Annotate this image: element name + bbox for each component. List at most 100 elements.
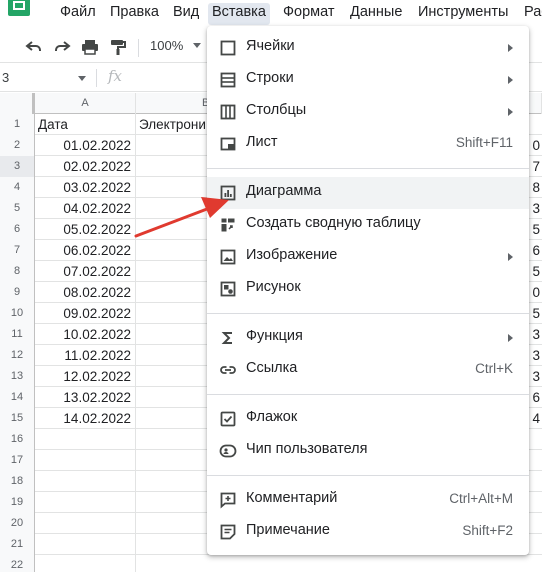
menu-file[interactable]: Файл xyxy=(56,3,100,25)
cell-a[interactable]: 07.02.2022 xyxy=(35,261,136,282)
cell-a[interactable] xyxy=(35,555,136,572)
menu-item-rows[interactable]: Строки xyxy=(207,64,529,96)
menu-format[interactable]: Формат xyxy=(279,3,339,25)
print-icon[interactable] xyxy=(80,37,100,57)
cell-a[interactable]: 09.02.2022 xyxy=(35,303,136,324)
cell-a[interactable]: 04.02.2022 xyxy=(35,198,136,219)
cell-icon xyxy=(219,39,237,57)
cell-a[interactable]: 08.02.2022 xyxy=(35,282,136,303)
cell-a[interactable]: 14.02.2022 xyxy=(35,408,136,429)
row-header[interactable]: 12 xyxy=(0,345,35,366)
menu-item-shortcut: Ctrl+K xyxy=(475,361,513,376)
menu-divider xyxy=(207,313,529,314)
cell-a[interactable] xyxy=(35,471,136,492)
menu-item-person-chip[interactable]: Чип пользователя xyxy=(207,435,529,467)
chevron-right-icon xyxy=(508,108,513,116)
menu-item-comment[interactable]: Комментарий Ctrl+Alt+M xyxy=(207,484,529,516)
checkbox-icon xyxy=(219,410,237,428)
divider xyxy=(96,69,97,87)
menu-item-image[interactable]: Изображение xyxy=(207,241,529,273)
menu-divider xyxy=(207,394,529,395)
paint-format-icon[interactable] xyxy=(108,37,128,57)
cell-a[interactable]: 02.02.2022 xyxy=(35,156,136,177)
cell-b[interactable] xyxy=(136,555,542,572)
menu-item-shortcut: Shift+F11 xyxy=(455,135,513,150)
row-header[interactable]: 13 xyxy=(0,366,35,387)
menu-item-cells[interactable]: Ячейки xyxy=(207,32,529,64)
row-header[interactable]: 17 xyxy=(0,450,35,471)
menu-item-chart[interactable]: Диаграмма xyxy=(207,177,529,209)
add-comment-icon xyxy=(219,491,237,509)
menu-data[interactable]: Данные xyxy=(346,3,406,25)
row-header[interactable]: 8 xyxy=(0,261,35,282)
menu-item-pivot-table[interactable]: Создать сводную таблицу xyxy=(207,209,529,241)
row-header[interactable]: 14 xyxy=(0,387,35,408)
row-header[interactable]: 9 xyxy=(0,282,35,303)
cell-a[interactable]: 05.02.2022 xyxy=(35,219,136,240)
row-header[interactable]: 10 xyxy=(0,303,35,324)
menubar: Файл Правка Вид Вставка Формат Данные Ин… xyxy=(0,0,542,27)
row-header[interactable]: 3 xyxy=(0,156,35,177)
cell-partial[interactable] xyxy=(522,555,542,572)
note-icon xyxy=(219,523,237,541)
table-row: 22 xyxy=(0,555,542,572)
menu-view[interactable]: Вид xyxy=(169,3,203,25)
link-icon xyxy=(219,361,237,379)
menu-item-label: Ячейки xyxy=(246,38,295,54)
cell-a[interactable] xyxy=(35,534,136,555)
cell-a[interactable]: 11.02.2022 xyxy=(35,345,136,366)
cell-a[interactable]: 06.02.2022 xyxy=(35,240,136,261)
menu-insert[interactable]: Вставка xyxy=(208,3,270,25)
zoom-select[interactable]: 100% xyxy=(150,38,183,53)
cell-a[interactable]: 03.02.2022 xyxy=(35,177,136,198)
cell-a[interactable]: 10.02.2022 xyxy=(35,324,136,345)
row-header[interactable]: 4 xyxy=(0,177,35,198)
cell-a[interactable]: 12.02.2022 xyxy=(35,366,136,387)
sheets-logo-icon[interactable] xyxy=(0,0,34,27)
column-header-a[interactable]: A xyxy=(35,93,136,114)
row-header[interactable]: 19 xyxy=(0,492,35,513)
menu-item-sheet[interactable]: Лист Shift+F11 xyxy=(207,128,529,160)
menu-item-checkbox[interactable]: Флажок xyxy=(207,403,529,435)
menu-item-label: Изображение xyxy=(246,247,338,263)
cell-a[interactable]: 01.02.2022 xyxy=(35,135,136,156)
menu-edit[interactable]: Правка xyxy=(106,3,163,25)
cell-a[interactable]: Дата xyxy=(35,114,136,135)
menu-item-label: Лист xyxy=(246,134,278,150)
cell-a[interactable] xyxy=(35,450,136,471)
menu-tools[interactable]: Инструменты xyxy=(414,3,512,25)
select-all-corner[interactable] xyxy=(0,93,35,114)
row-header[interactable]: 22 xyxy=(0,555,35,572)
sheet-icon xyxy=(219,135,237,153)
menu-item-drawing[interactable]: Рисунок xyxy=(207,273,529,305)
row-header[interactable]: 2 xyxy=(0,135,35,156)
cell-a[interactable]: 13.02.2022 xyxy=(35,387,136,408)
toolbar-divider xyxy=(138,39,139,57)
menu-item-link[interactable]: Ссылка Ctrl+K xyxy=(207,354,529,386)
menu-item-shortcut: Shift+F2 xyxy=(462,523,513,538)
chevron-down-icon[interactable] xyxy=(78,76,86,81)
row-header[interactable]: 20 xyxy=(0,513,35,534)
menu-item-label: Чип пользователя xyxy=(246,441,368,457)
row-header[interactable]: 1 xyxy=(0,114,35,135)
cell-a[interactable] xyxy=(35,513,136,534)
redo-icon[interactable] xyxy=(52,37,72,57)
row-header[interactable]: 21 xyxy=(0,534,35,555)
chevron-right-icon xyxy=(508,76,513,84)
row-header[interactable]: 6 xyxy=(0,219,35,240)
menu-item-label: Комментарий xyxy=(246,490,338,506)
menu-item-columns[interactable]: Столбцы xyxy=(207,96,529,128)
row-header[interactable]: 16 xyxy=(0,429,35,450)
menu-item-note[interactable]: Примечание Shift+F2 xyxy=(207,516,529,548)
row-header[interactable]: 7 xyxy=(0,240,35,261)
cell-a[interactable] xyxy=(35,429,136,450)
drawing-icon xyxy=(219,280,237,298)
cell-a[interactable] xyxy=(35,492,136,513)
row-header[interactable]: 18 xyxy=(0,471,35,492)
menu-extensions[interactable]: Рас xyxy=(520,3,542,25)
undo-icon[interactable] xyxy=(24,37,44,57)
row-header[interactable]: 5 xyxy=(0,198,35,219)
menu-item-function[interactable]: Функция xyxy=(207,322,529,354)
row-header[interactable]: 15 xyxy=(0,408,35,429)
row-header[interactable]: 11 xyxy=(0,324,35,345)
